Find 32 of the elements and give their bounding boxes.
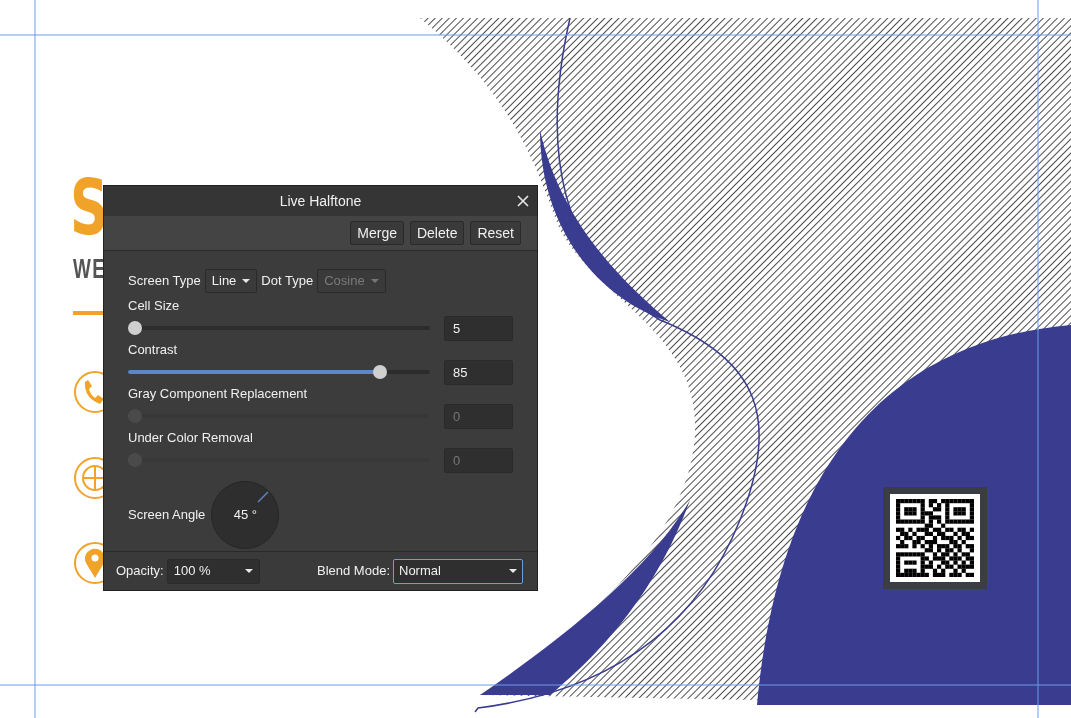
close-icon[interactable] [517,195,529,207]
slider-label: Gray Component Replacement [128,386,309,402]
value-field[interactable]: 5 [444,315,513,341]
caret-icon [242,279,251,283]
opacity-dropdown[interactable]: 100 % [166,558,260,584]
heading-letter: S [70,170,109,246]
angle-dial[interactable]: 45 ° [211,481,280,549]
dropdown[interactable]: Line [204,269,258,293]
subheading: WE [73,256,107,283]
action-button[interactable]: Reset [470,221,521,245]
field-label: Opacity: [116,562,164,581]
slider-label: Cell Size [128,298,181,314]
action-button[interactable]: Merge [350,221,404,245]
field-label: Screen Type [128,272,201,291]
dial-needle-icon [257,491,270,503]
window-title: Live Halftone [279,191,362,211]
field-label: Dot Type [261,272,314,291]
slider-label: Contrast [128,342,179,358]
slider-track[interactable] [128,321,430,335]
slider-thumb[interactable] [372,365,387,379]
value-field[interactable]: 85 [444,359,513,385]
caret-icon [509,569,517,573]
field-label: Screen Angle [128,506,206,525]
caret-icon [244,569,253,573]
slider-label: Under Color Removal [128,430,254,446]
blend-mode-dropdown[interactable]: Normal [393,558,523,584]
angle-value: 45 ° [233,506,257,525]
slider-thumb[interactable] [128,321,142,335]
action-button[interactable]: Delete [409,221,465,245]
field-label: Blend Mode: [317,562,390,581]
caret-icon [370,279,379,283]
slider-track[interactable] [128,365,430,379]
